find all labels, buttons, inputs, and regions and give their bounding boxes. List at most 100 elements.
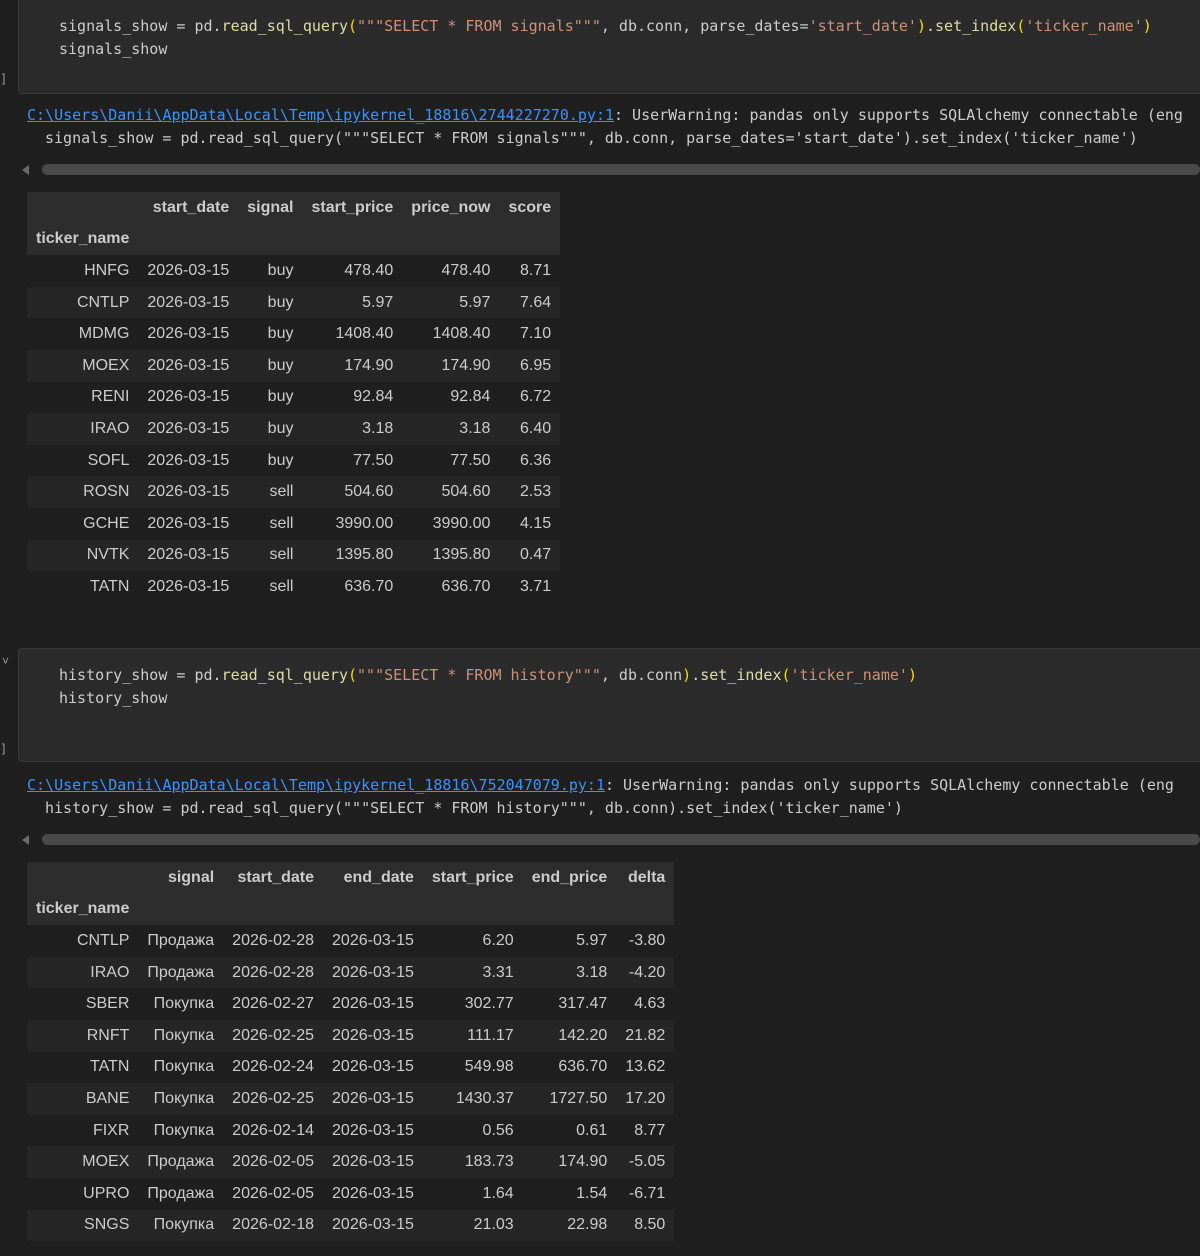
table-cell: 2026-03-15	[138, 286, 239, 319]
index-corner	[27, 192, 139, 224]
row-index: SBER	[27, 988, 139, 1020]
index-name: ticker_name	[27, 223, 139, 256]
table-cell: 2026-03-15	[323, 956, 423, 989]
table-row: ROSN 2026-03-15 sell 504.60 504.60 2.53	[27, 476, 561, 508]
table-cell: 3.18	[522, 956, 617, 989]
table-cell: 3.18	[302, 413, 403, 445]
table-row: SNGS Покупка 2026-02-18 2026-03-15 21.03 22.9…	[27, 1209, 675, 1242]
scroll-left-arrow-icon[interactable]	[22, 835, 29, 845]
warning-file-link[interactable]: C:\Users\Danii\AppData\Local\Temp\ipyker…	[27, 106, 614, 124]
table-cell: 4.15	[499, 507, 561, 540]
table-cell: 2026-03-15	[323, 988, 423, 1020]
table-cell: 2026-02-24	[223, 1051, 324, 1084]
row-index: CNTLP	[27, 925, 139, 957]
table-cell: 2026-03-15	[138, 507, 239, 540]
signals-dataframe: start_date signal start_price price_now …	[27, 192, 561, 603]
table-cell: 2026-02-28	[223, 925, 324, 957]
table-row: TATN Покупка 2026-02-24 2026-03-15 549.98 636…	[27, 1051, 675, 1084]
warning-line: C:\Users\Danii\AppData\Local\Temp\ipyker…	[27, 776, 1174, 794]
warning-code-line: signals_show = pd.read_sql_query("""SELE…	[45, 129, 1138, 147]
table-cell: Покупка	[138, 1051, 224, 1084]
table-cell: buy	[238, 286, 303, 319]
row-index: CNTLP	[27, 286, 139, 319]
table-cell: 3990.00	[402, 507, 500, 540]
collapse-chevron-icon[interactable]: ˅	[2, 654, 9, 668]
table-cell: Покупка	[138, 1019, 224, 1052]
scrollbar-thumb[interactable]	[42, 164, 1200, 175]
table-cell: 92.84	[302, 381, 403, 414]
history-dataframe: signal start_date end_date start_price e…	[27, 862, 675, 1242]
table-cell: buy	[238, 255, 303, 287]
row-index: MDMG	[27, 318, 139, 350]
table-cell: 2026-02-27	[223, 988, 324, 1020]
column-header: end_price	[522, 862, 617, 894]
row-index: HNFG	[27, 255, 139, 287]
scroll-left-arrow-icon[interactable]	[22, 165, 29, 175]
table-cell: 6.36	[499, 444, 561, 477]
column-header: signal	[138, 862, 224, 894]
table-cell: 2.53	[499, 476, 561, 508]
table-cell: -5.05	[616, 1146, 675, 1178]
table-cell: 2026-03-15	[138, 413, 239, 445]
column-header: end_date	[323, 862, 423, 894]
scrollbar-thumb[interactable]	[42, 834, 1200, 845]
table-cell: 2026-03-15	[138, 318, 239, 350]
row-index: GCHE	[27, 507, 139, 540]
table-cell: 1395.80	[302, 539, 403, 572]
table-cell: Покупка	[138, 1209, 224, 1242]
row-index: TATN	[27, 571, 139, 603]
code-cell-history[interactable]: history_show = pd.read_sql_query("""SELE…	[18, 648, 1200, 762]
table-cell: Покупка	[138, 1114, 224, 1147]
code-line-2: history_show	[59, 689, 168, 707]
table-cell: 2026-03-15	[138, 539, 239, 572]
table-cell: buy	[238, 349, 303, 382]
table-cell: 22.98	[522, 1209, 617, 1242]
table-cell: 6.72	[499, 381, 561, 414]
table-cell: 1727.50	[522, 1083, 617, 1115]
column-header: start_price	[302, 192, 403, 224]
table-cell: 549.98	[422, 1051, 523, 1084]
table-cell: 2026-02-18	[223, 1209, 324, 1242]
table-cell: 2026-03-15	[323, 1051, 423, 1084]
table-cell: 0.56	[422, 1114, 523, 1147]
warning-message: : UserWarning: pandas only supports SQLA…	[604, 776, 1174, 794]
table-row: RNFT Покупка 2026-02-25 2026-03-15 111.17 142…	[27, 1019, 675, 1052]
table-row: SBER Покупка 2026-02-27 2026-03-15 302.77 317…	[27, 988, 675, 1020]
warning-code-line: history_show = pd.read_sql_query("""SELE…	[45, 799, 903, 817]
table-cell: 1.64	[422, 1177, 523, 1210]
table-cell: 2026-03-15	[138, 381, 239, 414]
header-row: start_date signal start_price price_now …	[27, 192, 561, 224]
table-cell: 142.20	[522, 1019, 617, 1052]
table-row: NVTK 2026-03-15 sell 1395.80 1395.80 0.47	[27, 539, 561, 572]
table-cell: 3.71	[499, 571, 561, 603]
output-horizontal-scrollbar[interactable]	[22, 834, 1200, 846]
code-cell-signals[interactable]: signals_show = pd.read_sql_query("""SELE…	[18, 0, 1200, 94]
table-cell: 6.20	[422, 925, 523, 957]
warning-file-link[interactable]: C:\Users\Danii\AppData\Local\Temp\ipyker…	[27, 776, 605, 794]
table-row: GCHE 2026-03-15 sell 3990.00 3990.00 4.15	[27, 507, 561, 540]
table-cell: 2026-03-15	[323, 1177, 423, 1210]
output-horizontal-scrollbar[interactable]	[22, 164, 1200, 176]
table-cell: 174.90	[302, 349, 403, 382]
table-cell: 2026-03-15	[323, 1114, 423, 1147]
table-cell: Продажа	[138, 1146, 224, 1178]
table-row: MOEX Продажа 2026-02-05 2026-03-15 183.73 174…	[27, 1146, 675, 1178]
table-cell: buy	[238, 381, 303, 414]
table-cell: 7.64	[499, 286, 561, 319]
table-cell: 8.77	[616, 1114, 675, 1147]
table-cell: sell	[238, 571, 303, 603]
row-index: SOFL	[27, 444, 139, 477]
table-cell: buy	[238, 444, 303, 477]
table-cell: 636.70	[302, 571, 403, 603]
row-index: NVTK	[27, 539, 139, 572]
table-cell: 317.47	[522, 988, 617, 1020]
table-cell: 2026-03-15	[138, 571, 239, 603]
warning-line: C:\Users\Danii\AppData\Local\Temp\ipyker…	[27, 106, 1183, 124]
table-cell: 6.95	[499, 349, 561, 382]
table-cell: sell	[238, 507, 303, 540]
table-cell: 2026-02-25	[223, 1083, 324, 1115]
table-cell: 8.71	[499, 255, 561, 287]
row-index: BANE	[27, 1083, 139, 1115]
table-cell: buy	[238, 318, 303, 350]
table-cell: 21.82	[616, 1019, 675, 1052]
